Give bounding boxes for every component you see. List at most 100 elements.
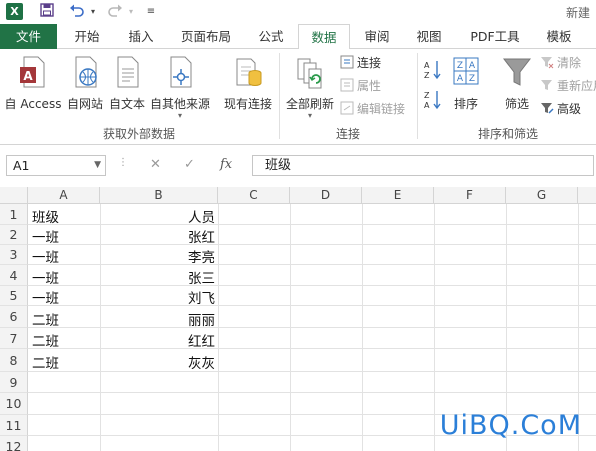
from-text-button[interactable]: 自文本 — [106, 55, 148, 112]
row-header-11[interactable]: 11 — [0, 415, 28, 436]
edit-links-icon — [340, 101, 354, 115]
clear-filter-icon — [540, 55, 554, 69]
sort-descending-button[interactable]: ZA — [424, 89, 444, 111]
cell-b8[interactable]: 灰灰 — [100, 352, 215, 372]
row-header-10[interactable]: 10 — [0, 393, 28, 415]
filter-button[interactable]: 筛选 — [500, 55, 534, 112]
reapply-label: 重新应用 — [557, 79, 596, 93]
cell-a8[interactable]: 二班 — [32, 352, 59, 372]
group-label-connections: 连接 — [335, 127, 360, 141]
group-separator — [417, 53, 418, 139]
column-header-b[interactable]: B — [100, 187, 218, 204]
refresh-all-button[interactable]: 全部刷新 ▾ — [284, 55, 336, 120]
properties-label: 属性 — [357, 79, 382, 93]
properties-button[interactable]: 属性 — [340, 76, 381, 96]
existing-connections-icon — [222, 55, 274, 92]
other-sources-icon — [148, 55, 212, 92]
advanced-filter-label: 高级 — [557, 102, 582, 116]
edit-links-button[interactable]: 编辑链接 — [340, 99, 405, 119]
customize-icon[interactable]: ≡ — [142, 3, 160, 21]
name-box[interactable]: A1 ▼ — [6, 155, 106, 176]
cell-b7[interactable]: 红红 — [100, 330, 215, 350]
tab-home[interactable]: 开始 — [62, 24, 112, 49]
cancel-icon[interactable]: ✕ — [150, 157, 161, 172]
cell-b1[interactable]: 人员 — [100, 206, 215, 226]
svg-text:Z: Z — [469, 74, 475, 84]
tab-data[interactable]: 数据 — [298, 24, 350, 50]
tab-view[interactable]: 视图 — [406, 24, 452, 49]
excel-logo-icon: X — [6, 3, 23, 20]
column-header-h[interactable] — [578, 187, 596, 204]
tab-review[interactable]: 审阅 — [354, 24, 400, 49]
row-header-8[interactable]: 8 — [0, 349, 28, 372]
reapply-button[interactable]: 重新应用 — [540, 76, 596, 96]
svg-text:Z: Z — [457, 61, 463, 71]
tab-file[interactable]: 文件 — [0, 24, 57, 49]
row-header-1[interactable]: 1 — [0, 204, 28, 225]
group-separator — [279, 53, 280, 139]
svg-text:A: A — [424, 101, 430, 110]
column-header-e[interactable]: E — [362, 187, 434, 204]
cell-b4[interactable]: 张三 — [100, 267, 215, 287]
row-header-3[interactable]: 3 — [0, 245, 28, 265]
tab-page-layout[interactable]: 页面布局 — [172, 24, 240, 49]
undo-dropdown-icon[interactable]: ▾ — [84, 3, 102, 21]
cell-a6[interactable]: 二班 — [32, 309, 59, 329]
existing-connections-button[interactable]: 现有连接 — [222, 55, 274, 112]
filter-label: 筛选 — [504, 97, 529, 111]
document-title: 新建 — [565, 6, 590, 20]
from-other-sources-button[interactable]: 自其他来源 ▾ — [148, 55, 212, 120]
cell-b3[interactable]: 李亮 — [100, 246, 215, 266]
tab-template[interactable]: 模板 — [534, 24, 584, 49]
column-header-f[interactable]: F — [434, 187, 506, 204]
svg-text:A: A — [424, 61, 430, 70]
cell-a3[interactable]: 一班 — [32, 246, 59, 266]
cell-a1[interactable]: 班级 — [32, 206, 59, 226]
cell-a2[interactable]: 一班 — [32, 226, 59, 246]
row-header-7[interactable]: 7 — [0, 328, 28, 349]
advanced-filter-button[interactable]: 高级 — [540, 99, 581, 119]
column-header-a[interactable]: A — [28, 187, 100, 204]
from-access-button[interactable]: A 自 Access — [4, 55, 62, 112]
redo-dropdown-icon[interactable]: ▾ — [122, 3, 140, 21]
cell-a7[interactable]: 二班 — [32, 330, 59, 350]
connections-button[interactable]: 连接 — [340, 53, 381, 73]
save-icon[interactable] — [38, 3, 56, 21]
more-options-icon[interactable]: ⋮ — [118, 157, 128, 168]
ribbon-tabs: 文件 开始 插入 页面布局 公式 数据 审阅 视图 PDF工具 模板 — [0, 24, 596, 50]
cell-b6[interactable]: 丽丽 — [100, 309, 215, 329]
enter-icon[interactable]: ✓ — [184, 157, 195, 172]
row-header-5[interactable]: 5 — [0, 286, 28, 306]
from-access-label: 自 Access — [4, 97, 62, 111]
column-header-c[interactable]: C — [218, 187, 290, 204]
tab-formulas[interactable]: 公式 — [248, 24, 294, 49]
cell-b5[interactable]: 刘飞 — [100, 287, 215, 307]
cell-b2[interactable]: 张红 — [100, 226, 215, 246]
cell-a5[interactable]: 一班 — [32, 287, 59, 307]
tab-insert[interactable]: 插入 — [116, 24, 166, 49]
insert-function-icon[interactable]: fx — [220, 157, 232, 172]
sort-ascending-button[interactable]: AZ — [424, 59, 444, 81]
row-header-12[interactable]: 12 — [0, 436, 28, 451]
column-header-d[interactable]: D — [290, 187, 362, 204]
svg-text:A: A — [23, 69, 33, 83]
row-header-2[interactable]: 2 — [0, 225, 28, 245]
row-header-6[interactable]: 6 — [0, 306, 28, 328]
row-header-4[interactable]: 4 — [0, 265, 28, 286]
tab-pdf-tools[interactable]: PDF工具 — [460, 24, 530, 49]
clear-filter-label: 清除 — [557, 56, 582, 70]
advanced-filter-icon — [540, 101, 554, 115]
chevron-down-icon[interactable]: ▼ — [94, 156, 101, 175]
gridline — [28, 392, 596, 393]
sort-button[interactable]: ZAAZ 排序 — [448, 55, 484, 112]
from-web-button[interactable]: 自网站 — [64, 55, 106, 112]
row-header-9[interactable]: 9 — [0, 372, 28, 393]
select-all-corner[interactable] — [0, 187, 28, 204]
clear-filter-button[interactable]: 清除 — [540, 53, 581, 73]
cell-a4[interactable]: 一班 — [32, 267, 59, 287]
formula-input[interactable]: 班级 — [252, 155, 594, 176]
sort-ascending-icon: AZ — [424, 61, 441, 80]
group-label-get-external-data: 获取外部数据 — [102, 127, 175, 141]
column-header-g[interactable]: G — [506, 187, 578, 204]
sort-label: 排序 — [453, 97, 478, 111]
